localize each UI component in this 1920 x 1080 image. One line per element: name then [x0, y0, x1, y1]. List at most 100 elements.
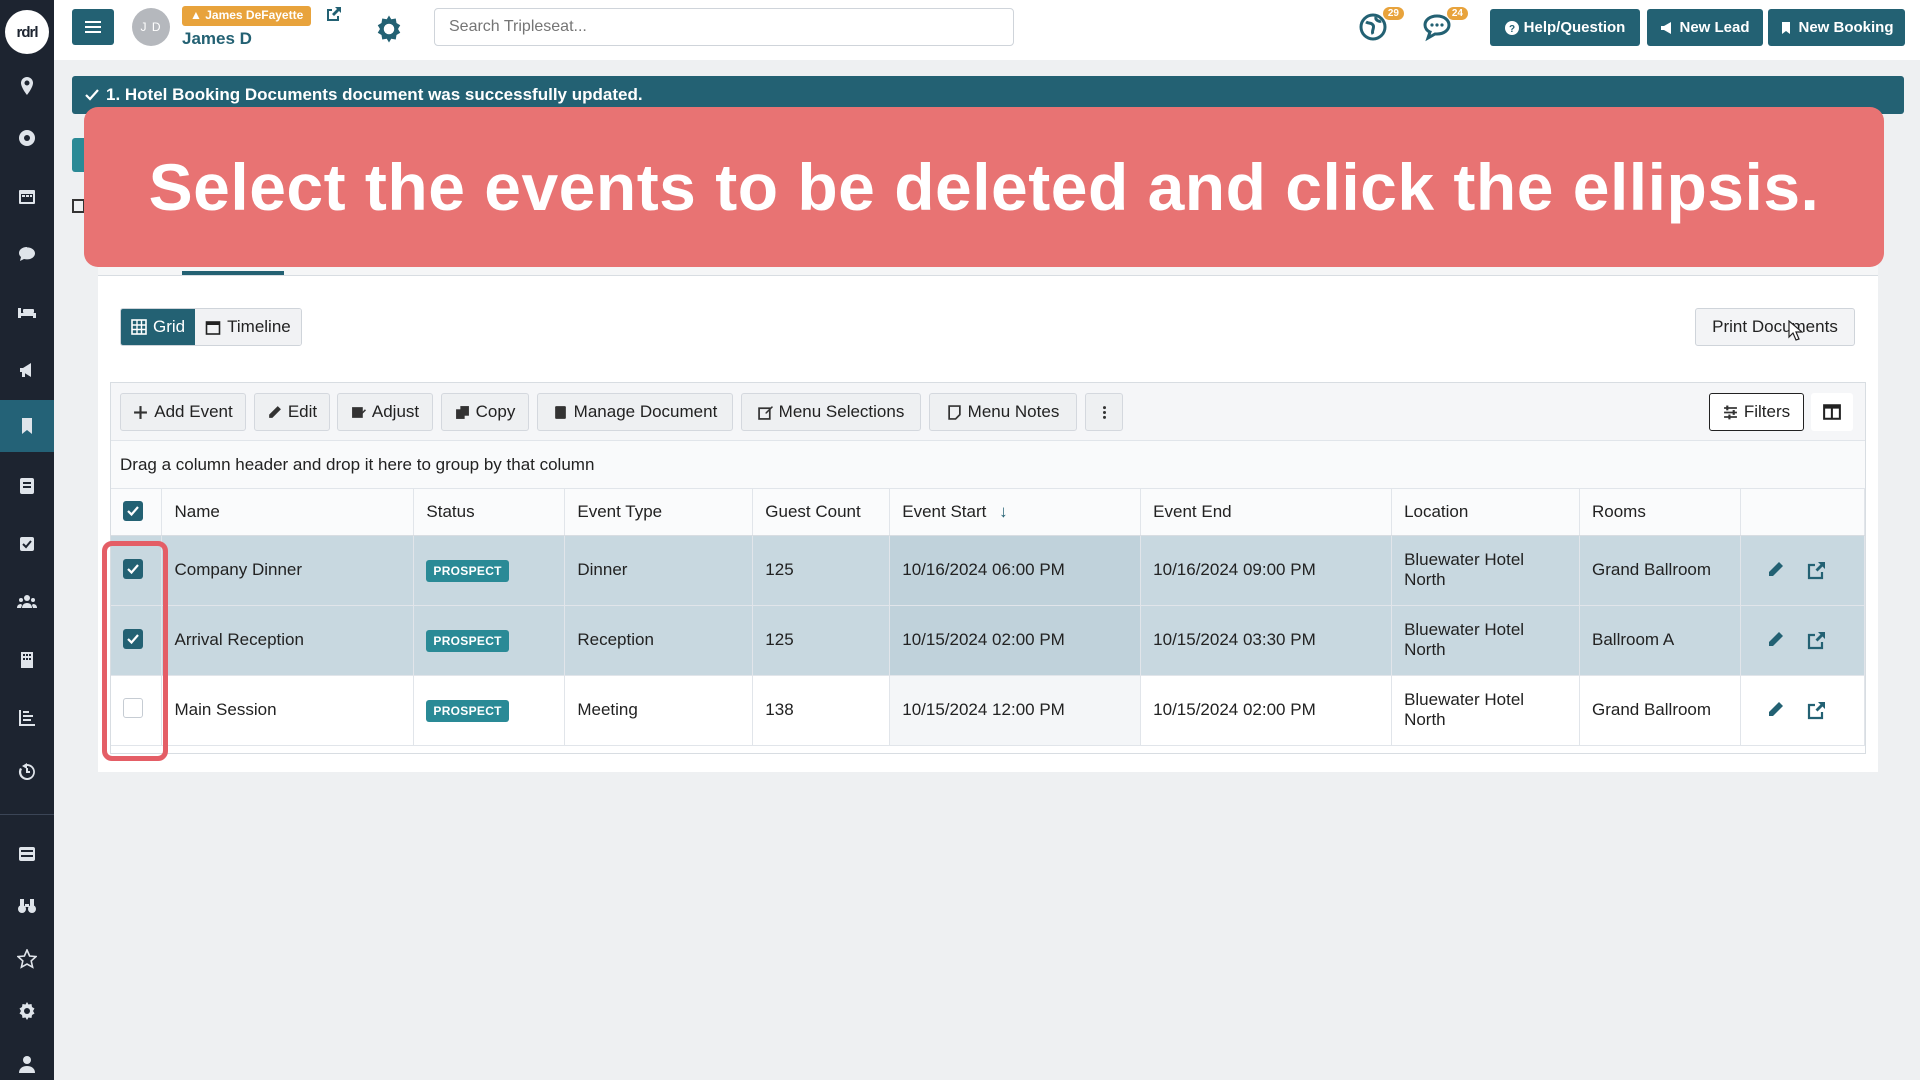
- manage-document-button[interactable]: Manage Document: [537, 393, 733, 431]
- location: Bluewater Hotel North: [1391, 535, 1580, 606]
- gear-icon[interactable]: [0, 985, 54, 1037]
- chat-badge: 24: [1446, 7, 1468, 20]
- events-grid: Add Event Edit Adjust Copy Manage Docume…: [110, 382, 1866, 754]
- new-lead-button[interactable]: New Lead: [1647, 9, 1763, 46]
- columns-button[interactable]: [1811, 393, 1853, 431]
- group-by-hint: Drag a column header and drop it here to…: [111, 441, 1865, 489]
- event-name[interactable]: Company Dinner: [161, 535, 415, 606]
- document-icon[interactable]: [0, 460, 54, 512]
- more-actions-button[interactable]: [1085, 393, 1123, 431]
- user-name[interactable]: James D: [182, 29, 252, 49]
- check-icon: [85, 89, 99, 101]
- building-icon[interactable]: [0, 634, 54, 686]
- edit-label: Edit: [287, 402, 318, 421]
- checkbox-highlight-box: [102, 541, 168, 761]
- bookmark-icon[interactable]: [0, 400, 54, 452]
- menu-selections-button[interactable]: Menu Selections: [741, 393, 921, 431]
- status-cell: PROSPECT: [413, 675, 566, 746]
- new-booking-button[interactable]: New Booking: [1768, 9, 1905, 46]
- help-question-button[interactable]: ? Help/Question: [1490, 9, 1640, 46]
- notifications-globe[interactable]: 29: [1358, 7, 1404, 44]
- menu-notes-label: Menu Notes: [967, 402, 1060, 421]
- column-header-event-start[interactable]: Event Start ↓: [889, 489, 1142, 536]
- rooms: Grand Ballroom: [1579, 675, 1741, 746]
- bed-icon[interactable]: [0, 286, 54, 338]
- pencil-icon: [268, 405, 281, 418]
- sort-down-icon: ↓: [999, 501, 1008, 521]
- column-header-name[interactable]: Name: [161, 489, 415, 536]
- column-header-status[interactable]: Status: [413, 489, 566, 536]
- row-actions: [1740, 535, 1866, 606]
- person-icon[interactable]: [0, 1038, 54, 1080]
- menu-toggle-button[interactable]: [72, 9, 114, 45]
- filters-label: Filters: [1743, 402, 1791, 421]
- history-icon[interactable]: [0, 746, 54, 798]
- dashboard-icon[interactable]: [0, 112, 54, 164]
- sidebar-divider: [0, 814, 54, 815]
- notifications-chat[interactable]: 24: [1422, 7, 1468, 44]
- note-icon: [947, 404, 961, 420]
- table-header-row: Name Status Event Type Guest Count Event…: [111, 489, 1866, 536]
- user-tag[interactable]: ▲ James DeFayette: [182, 6, 312, 26]
- location-line-1: Bluewater Hotel: [1404, 690, 1525, 709]
- reports-icon[interactable]: [0, 692, 54, 744]
- star-icon[interactable]: [0, 933, 54, 985]
- edit-pencil-icon[interactable]: [1765, 630, 1785, 650]
- megaphone-icon[interactable]: [0, 344, 54, 396]
- menu-notes-button[interactable]: Menu Notes: [929, 393, 1077, 431]
- column-header-event-type[interactable]: Event Type: [564, 489, 754, 536]
- status-badge: PROSPECT: [426, 560, 509, 582]
- inbox-icon[interactable]: [0, 828, 54, 880]
- timeline-view-button[interactable]: Timeline: [195, 309, 301, 345]
- print-documents-button[interactable]: Print Documents: [1695, 308, 1855, 346]
- edit-pencil-icon[interactable]: [1765, 560, 1785, 580]
- edit-pencil-icon[interactable]: [1765, 700, 1785, 720]
- event-type: Meeting: [564, 675, 754, 746]
- column-header-event-end[interactable]: Event End: [1140, 489, 1393, 536]
- external-link-icon[interactable]: [326, 6, 342, 22]
- calendar-icon[interactable]: [0, 170, 54, 222]
- edit-button[interactable]: Edit: [254, 393, 330, 431]
- calendar-chip-icon: [72, 199, 84, 213]
- event-name[interactable]: Arrival Reception: [161, 605, 415, 676]
- guest-count: 138: [752, 675, 891, 746]
- table-row[interactable]: Arrival Reception PROSPECT Reception 125…: [111, 605, 1866, 676]
- hidden-action-chip: [72, 138, 84, 172]
- table-row[interactable]: Company Dinner PROSPECT Dinner 125 10/16…: [111, 535, 1866, 606]
- logo-text: rdrl: [16, 23, 38, 41]
- instruction-banner: Select the events to be deleted and clic…: [84, 107, 1884, 267]
- copy-button[interactable]: Copy: [441, 393, 529, 431]
- rooms: Ballroom A: [1579, 605, 1741, 676]
- avatar[interactable]: J D: [132, 8, 170, 46]
- grid-view-button[interactable]: Grid: [121, 309, 196, 345]
- chat-icon[interactable]: [0, 228, 54, 280]
- filters-button[interactable]: Filters: [1709, 393, 1804, 431]
- column-header-location[interactable]: Location: [1391, 489, 1580, 536]
- events-card: Grid Timeline Print Documents Add Event …: [98, 276, 1878, 772]
- adjust-label: Adjust: [371, 402, 420, 421]
- columns-icon: [1823, 404, 1841, 420]
- map-pin-icon[interactable]: [0, 60, 54, 112]
- alert-message: 1. Hotel Booking Documents document was …: [106, 85, 643, 104]
- search-input[interactable]: [434, 8, 1014, 46]
- select-all-checkbox[interactable]: [123, 500, 143, 521]
- open-external-icon[interactable]: [1807, 630, 1827, 650]
- open-external-icon[interactable]: [1807, 700, 1827, 720]
- event-name[interactable]: Main Session: [161, 675, 415, 746]
- settings-gear-icon[interactable]: [374, 14, 404, 44]
- checklist-icon[interactable]: [0, 518, 54, 570]
- column-header-guest-count[interactable]: Guest Count: [752, 489, 891, 536]
- event-type: Reception: [564, 605, 754, 676]
- binoculars-icon[interactable]: [0, 880, 54, 932]
- users-icon[interactable]: [0, 576, 54, 628]
- adjust-button[interactable]: Adjust: [337, 393, 433, 431]
- app-logo[interactable]: rdrl: [5, 10, 49, 54]
- timeline-label: Timeline: [227, 317, 291, 336]
- table-row[interactable]: Main Session PROSPECT Meeting 138 10/15/…: [111, 675, 1866, 746]
- column-header-rooms[interactable]: Rooms: [1579, 489, 1741, 536]
- globe-badge: 29: [1382, 7, 1404, 20]
- open-external-icon[interactable]: [1807, 560, 1827, 580]
- add-event-button[interactable]: Add Event: [120, 393, 246, 431]
- event-start: 10/15/2024 02:00 PM: [889, 605, 1142, 676]
- guest-count: 125: [752, 605, 891, 676]
